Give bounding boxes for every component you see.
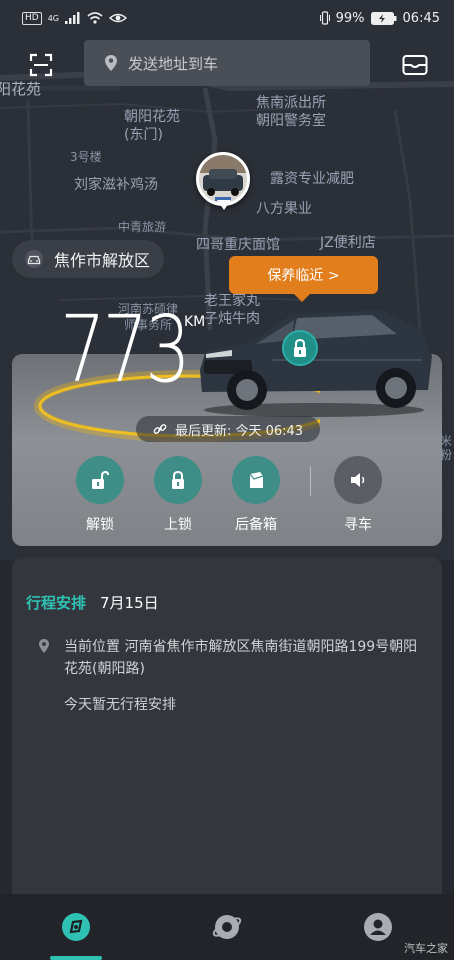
map-label: 朝阳警务室 [256,113,326,129]
unlock-label: 解锁 [86,517,114,533]
map-label: 阳花苑 [0,80,42,98]
nav-discover[interactable] [212,912,242,942]
network-type: 4G [47,13,59,23]
scan-icon [29,53,53,77]
send-address-search[interactable]: 发送地址到车 [84,40,370,86]
clock: 06:45 [402,10,440,26]
wifi-icon [87,12,103,24]
schedule-date: 7月15日 [100,594,159,612]
map-label: (东门) [124,127,163,143]
unlock-circle [76,456,124,504]
lock-icon [294,338,306,357]
lock-button[interactable]: 上锁 [148,456,208,534]
eye-comfort-icon [109,13,127,23]
find-car-label: 寻车 [344,517,372,533]
nav-home[interactable] [61,912,91,942]
battery-icon [370,11,397,25]
watermark: 汽车之家 [404,942,448,955]
nav-profile[interactable] [363,912,393,942]
lock-status-badge [282,330,318,366]
trunk-button[interactable]: 后备箱 [226,456,286,534]
lock-icon [172,470,184,489]
schedule-card[interactable]: 行程安排 7月15日 当前位置 河南省焦作市解放区焦南街道朝阳路199号朝阳花苑… [12,558,442,918]
car-icon [25,250,43,268]
map-label: 刘家滋补鸡汤 [74,177,158,193]
status-bar: HD 4G 99% 06:45 [0,0,454,36]
range-value: 773 [60,296,191,403]
battery-percent: 99% [335,10,365,26]
location-pin-icon [105,55,117,71]
user-icon [364,913,392,941]
car-thumbnail [196,152,250,206]
vibrate-icon [319,11,330,25]
map-label: 焦南派出所 [256,95,326,111]
active-tab-indicator [50,956,102,960]
find-car-circle [334,456,382,504]
car-photo-icon [199,155,247,203]
map-label: 3号楼 [70,150,102,164]
car-location-marker[interactable] [196,152,252,216]
remote-controls: 解锁 上锁 后备箱 寻车 [12,456,442,536]
search-placeholder: 发送地址到车 [128,54,219,73]
map-label: 露资专业减肥 [270,171,354,187]
unlock-icon [92,470,109,489]
lock-label: 上锁 [164,517,192,533]
bottom-navigation: 汽车之家 [0,894,454,960]
map-label: 四哥重庆面馆 [196,237,280,253]
hd-indicator: HD [22,11,42,25]
map-label: 朝阳花苑 [124,109,180,125]
schedule-title: 行程安排 [26,594,87,612]
map-label: 中青旅游 [118,220,167,234]
find-car-button[interactable]: 寻车 [328,456,388,534]
location-pin-icon [39,639,49,653]
speaker-icon [351,473,365,487]
current-district-chip[interactable]: 焦作市解放区 [12,240,165,278]
maintenance-reminder[interactable]: 保养临近 > [229,256,378,302]
last-update-text: 最后更新: 今天 06:43 [174,423,304,439]
planet-icon [212,915,242,939]
lock-circle [154,456,202,504]
bubble-tail [294,294,310,302]
trunk-circle [232,456,280,504]
car-illustration [200,310,432,417]
messages-button[interactable] [400,50,430,80]
link-icon [153,424,167,434]
map-label: JZ便利店 [320,235,376,251]
mailbox-icon [402,55,428,75]
car-home-icon [62,913,90,941]
controls-divider [310,466,311,496]
scan-button[interactable] [26,50,56,80]
trunk-icon [249,472,264,488]
maintenance-label: 保养临近 > [267,268,340,284]
signal-icon [65,12,80,24]
district-label: 焦作市解放区 [54,251,151,270]
marker-tip [217,200,231,210]
unlock-button[interactable]: 解锁 [70,456,130,534]
map-label: 八方果业 [256,201,312,217]
last-update-indicator[interactable]: 最后更新: 今天 06:43 [136,416,320,442]
empty-schedule-text: 今天暂无行程安排 [64,697,176,713]
current-location-text: 当前位置 河南省焦作市解放区焦南街道朝阳路199号朝阳花苑(朝阳路) [64,639,418,677]
trunk-label: 后备箱 [235,517,277,533]
schedule-header: 行程安排 7月15日 [26,592,159,613]
